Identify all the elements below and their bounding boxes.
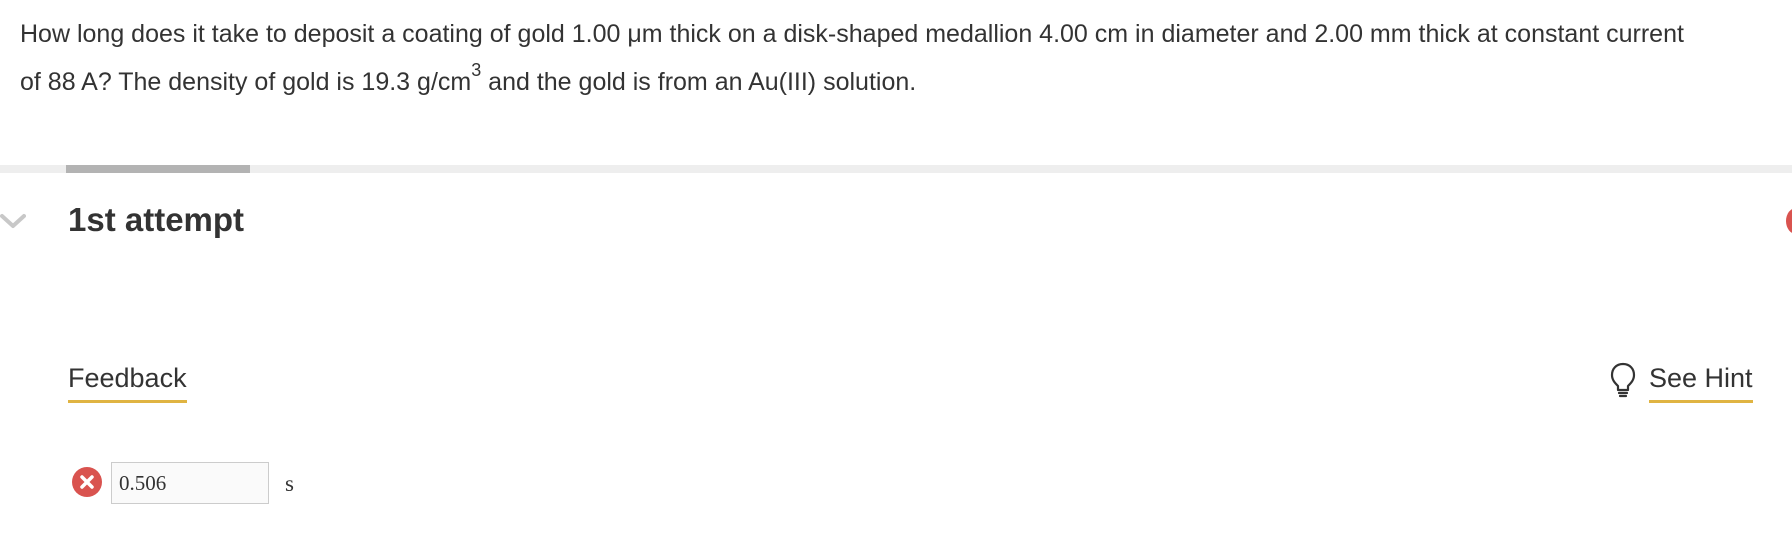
question-line-2: of 88 A? The density of gold is 19.3 g/c… <box>20 58 1788 106</box>
attempt-progress-fill <box>66 165 250 173</box>
attempt-progress-track <box>0 165 1792 173</box>
attempt-status-indicator <box>1786 208 1792 234</box>
question-superscript: 3 <box>471 60 482 80</box>
question-line-2-start: of 88 A? The density of gold is 19.3 g/c… <box>20 68 472 96</box>
feedback-link[interactable]: Feedback <box>68 358 187 403</box>
see-hint-button[interactable]: See Hint <box>1609 358 1753 404</box>
error-x-icon <box>72 467 102 497</box>
question-line-2-end: and the gold is from an Au(III) solution… <box>481 68 917 96</box>
answer-input[interactable] <box>111 462 269 504</box>
chevron-down-icon[interactable] <box>0 211 26 231</box>
lightbulb-icon <box>1610 362 1636 398</box>
question-text: How long does it take to deposit a coati… <box>20 10 1788 106</box>
answer-unit: s <box>285 471 294 496</box>
question-line-1: How long does it take to deposit a coati… <box>20 20 1684 48</box>
attempt-title: 1st attempt <box>68 201 245 238</box>
see-hint-label: See Hint <box>1649 358 1753 403</box>
